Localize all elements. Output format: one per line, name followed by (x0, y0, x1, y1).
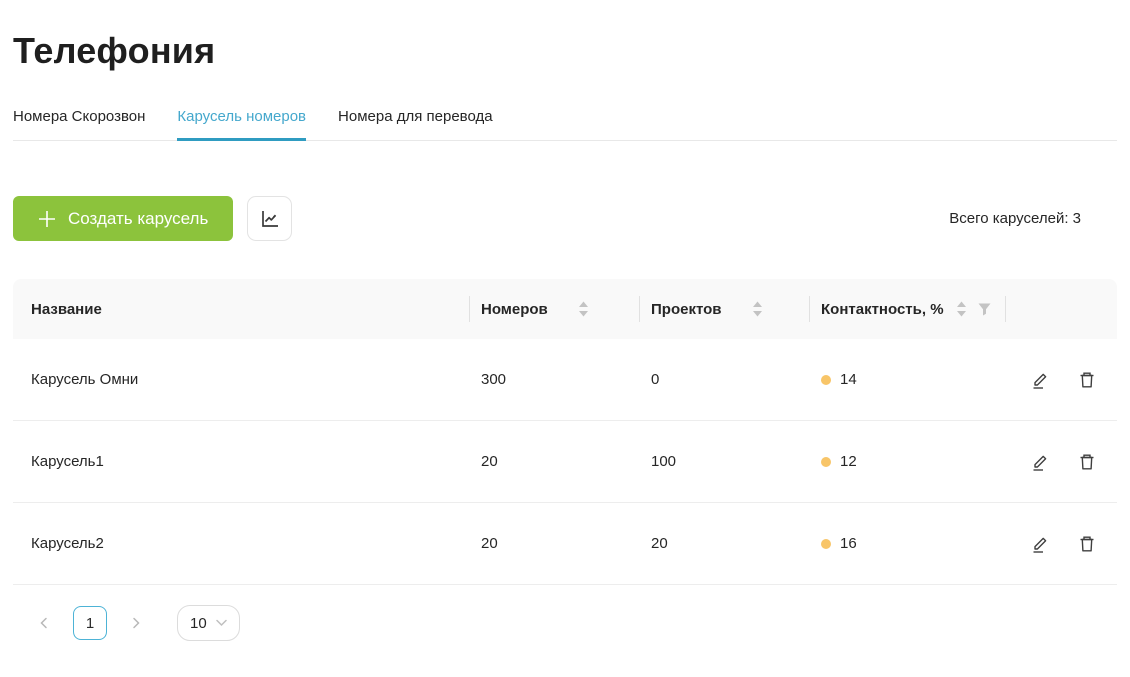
edit-icon (1030, 370, 1050, 390)
table-row: Карусель Омни 300 0 14 (13, 339, 1117, 421)
table-header-row: Название Номеров Проектов Контактность, … (13, 279, 1117, 339)
delete-icon (1077, 452, 1097, 472)
plus-icon (38, 210, 56, 228)
sort-icon[interactable] (752, 301, 763, 317)
page-number-button[interactable]: 1 (73, 606, 107, 640)
column-header-actions (1005, 279, 1117, 339)
contact-value: 16 (840, 535, 857, 552)
edit-button[interactable] (1030, 452, 1050, 472)
table-body: Карусель Омни 300 0 14 (13, 339, 1117, 585)
pagination: 1 10 (13, 605, 1117, 641)
filter-icon[interactable] (977, 302, 992, 317)
chevron-down-icon (216, 619, 227, 627)
toolbar: Создать карусель Всего каруселей: 3 (13, 196, 1117, 241)
delete-button[interactable] (1077, 534, 1097, 554)
contact-status-dot (821, 457, 831, 467)
carousel-name[interactable]: Карусель1 (13, 453, 469, 470)
table-row: Карусель1 20 100 12 (13, 421, 1117, 503)
row-actions (1005, 452, 1117, 472)
edit-icon (1030, 452, 1050, 472)
column-header-contact[interactable]: Контактность, % (809, 279, 1005, 339)
contact-value: 12 (840, 453, 857, 470)
projects-value: 20 (639, 535, 809, 552)
contact-status-dot (821, 539, 831, 549)
delete-button[interactable] (1077, 452, 1097, 472)
page-size-value: 10 (190, 615, 207, 632)
edit-button[interactable] (1030, 370, 1050, 390)
column-header-numbers[interactable]: Номеров (469, 279, 639, 339)
carousel-table: Название Номеров Проектов Контактность, … (13, 279, 1117, 585)
previous-page-button[interactable] (29, 606, 59, 640)
tabs-bar: Номера Скорозвон Карусель номеров Номера… (13, 108, 1117, 141)
total-carousels-label: Всего каруселей: 3 (949, 210, 1117, 227)
chevron-right-icon (130, 617, 142, 629)
table-row: Карусель2 20 20 16 (13, 503, 1117, 585)
numbers-value: 300 (469, 371, 639, 388)
contact-value: 14 (840, 371, 857, 388)
statistics-button[interactable] (247, 196, 292, 241)
delete-button[interactable] (1077, 370, 1097, 390)
carousel-name[interactable]: Карусель Омни (13, 371, 469, 388)
row-actions (1005, 370, 1117, 390)
row-actions (1005, 534, 1117, 554)
tab-numbers-skorozvon[interactable]: Номера Скорозвон (13, 108, 145, 140)
page-title: Телефония (13, 0, 1117, 72)
next-page-button[interactable] (121, 606, 151, 640)
delete-icon (1077, 370, 1097, 390)
line-chart-icon (259, 208, 281, 230)
telephony-page: Телефония Номера Скорозвон Карусель номе… (0, 0, 1130, 641)
edit-button[interactable] (1030, 534, 1050, 554)
numbers-value: 20 (469, 453, 639, 470)
chevron-left-icon (38, 617, 50, 629)
page-size-select[interactable]: 10 (177, 605, 240, 641)
column-header-name: Название (13, 279, 469, 339)
create-carousel-button[interactable]: Создать карусель (13, 196, 233, 241)
projects-value: 0 (639, 371, 809, 388)
numbers-value: 20 (469, 535, 639, 552)
contact-value-cell: 16 (809, 535, 1005, 552)
column-header-projects[interactable]: Проектов (639, 279, 809, 339)
carousel-name[interactable]: Карусель2 (13, 535, 469, 552)
edit-icon (1030, 534, 1050, 554)
contact-value-cell: 14 (809, 371, 1005, 388)
delete-icon (1077, 534, 1097, 554)
tab-carousel-numbers[interactable]: Карусель номеров (177, 108, 306, 140)
contact-status-dot (821, 375, 831, 385)
contact-value-cell: 12 (809, 453, 1005, 470)
create-carousel-label: Создать карусель (68, 209, 208, 229)
tab-transfer-numbers[interactable]: Номера для перевода (338, 108, 493, 140)
projects-value: 100 (639, 453, 809, 470)
sort-icon[interactable] (956, 301, 967, 317)
sort-icon[interactable] (578, 301, 589, 317)
